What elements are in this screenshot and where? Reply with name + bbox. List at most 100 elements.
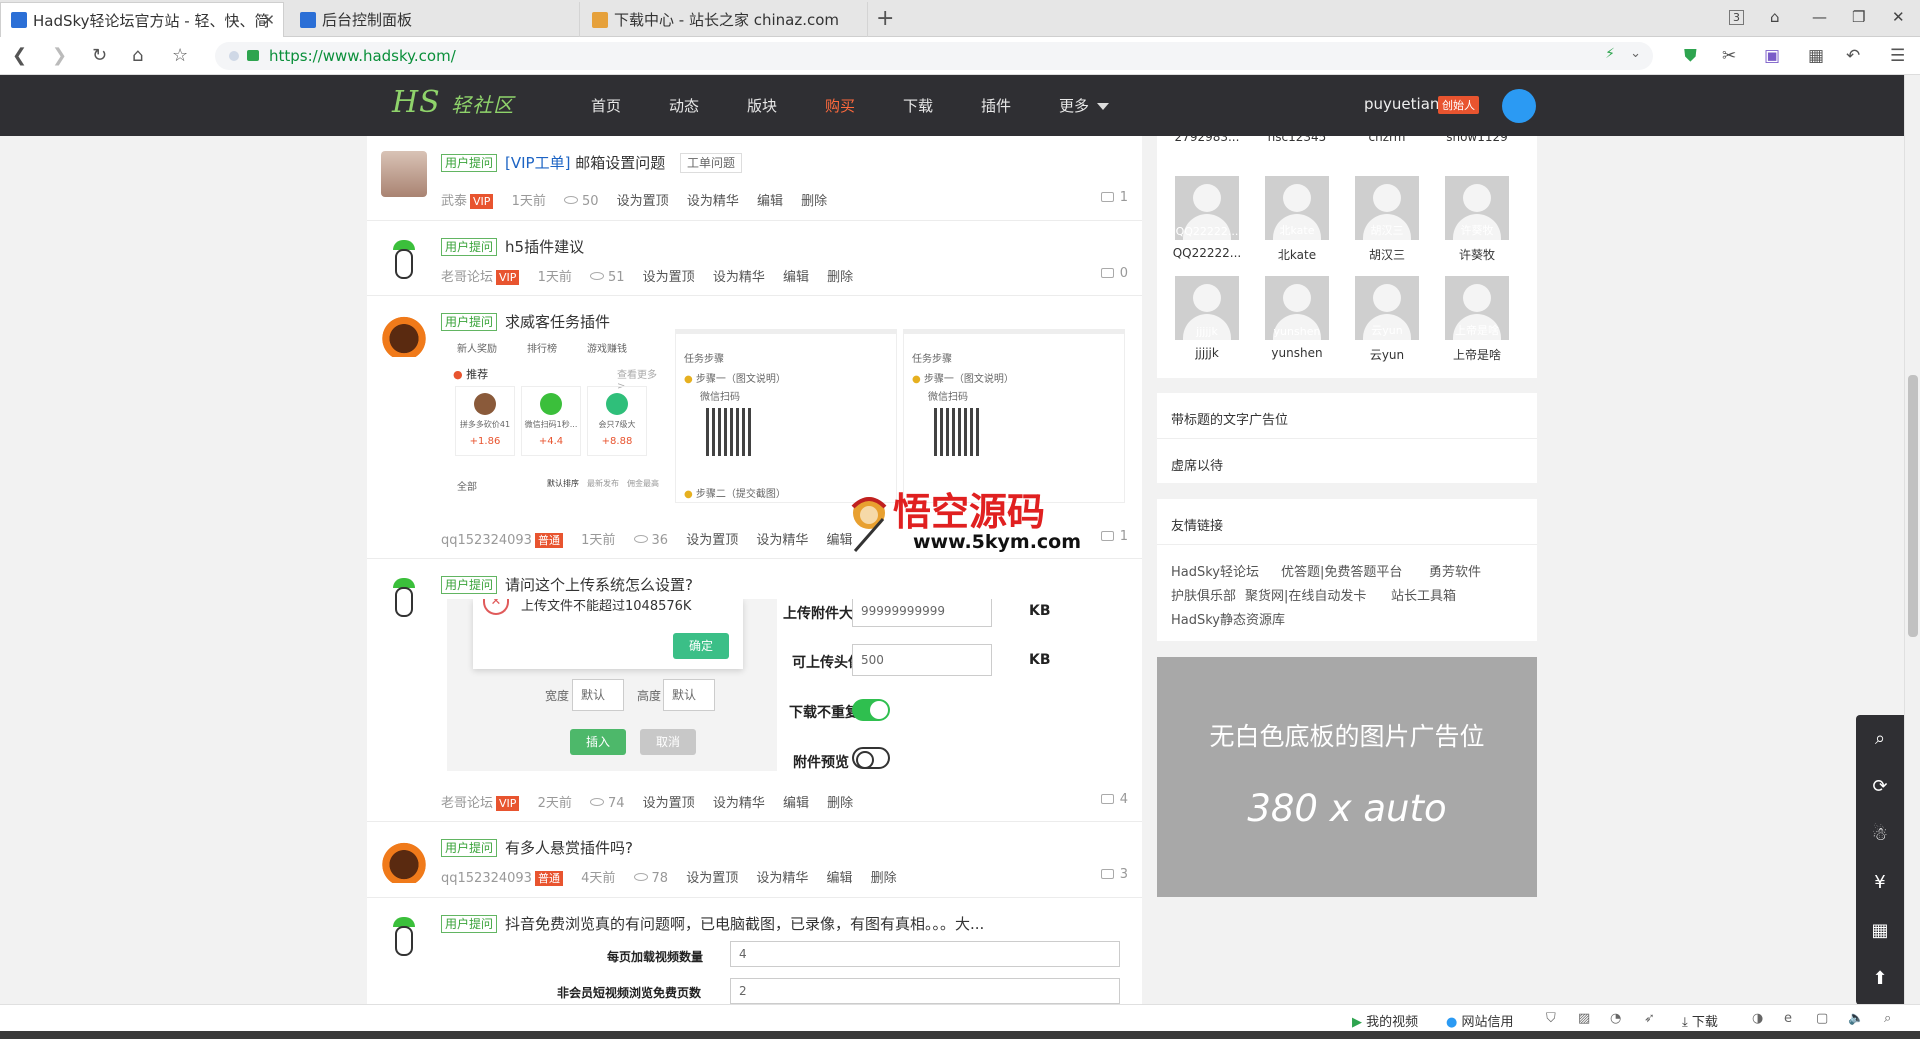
user-name[interactable]: yunshen (1257, 346, 1337, 360)
url-box[interactable]: https://www.hadsky.com/ ⚡ ⌄ (215, 42, 1653, 70)
author-name[interactable]: 老哥论坛 (441, 270, 493, 285)
thread-title[interactable]: 用户提问 求威客任务插件 (441, 311, 610, 332)
title-prefix[interactable]: [VIP工单] (505, 154, 570, 172)
shield-icon[interactable]: ⛉ (1546, 1011, 1556, 1026)
reload-icon[interactable]: ↻ (92, 45, 107, 66)
top-icon[interactable]: ⬆ (1856, 955, 1904, 1003)
edit-button[interactable]: 编辑 (783, 796, 809, 811)
default-avatar-icon[interactable]: jjjjjk (1175, 276, 1239, 340)
title-text[interactable]: h5插件建议 (505, 238, 584, 256)
user-name[interactable]: jjjjjk (1167, 346, 1247, 360)
site-logo[interactable]: HS 轻社区 (392, 85, 514, 120)
tab-chinaz-download[interactable]: 下载中心 - 站长之家 chinaz.com (582, 2, 868, 37)
author-name[interactable]: qq152324093 (441, 871, 532, 886)
nav-home[interactable]: 首页 (591, 95, 621, 116)
yen-icon[interactable]: ¥ (1856, 859, 1904, 907)
title-text[interactable]: 邮箱设置问题 (575, 154, 665, 172)
thread-tag[interactable]: 用户提问 (441, 238, 498, 256)
author-avatar[interactable] (381, 236, 427, 282)
delete-button[interactable]: 删除 (801, 194, 827, 209)
user-name[interactable]: 云yun (1347, 346, 1427, 363)
pin-button[interactable]: 设为置顶 (686, 533, 738, 548)
tab-count-badge[interactable]: 3 (1729, 10, 1744, 25)
nav-plugins[interactable]: 插件 (981, 95, 1011, 116)
friend-link[interactable]: 优答题|免费答题平台 (1281, 561, 1402, 580)
window-icon[interactable]: ▢ (1816, 1011, 1828, 1026)
qq-icon[interactable]: ☃ (1856, 811, 1904, 859)
thread-title[interactable]: 用户提问 有多人悬赏插件吗? (441, 837, 633, 858)
author-name[interactable]: 武泰 (441, 194, 467, 209)
forward-icon[interactable]: ❯ (52, 45, 67, 66)
rocket-icon[interactable]: ➶ (1644, 1011, 1655, 1026)
feature-button[interactable]: 设为精华 (713, 270, 765, 285)
ie-icon[interactable]: e (1784, 1011, 1792, 1026)
thread-title[interactable]: 用户提问 [VIP工单] 邮箱设置问题 工单问题 (441, 152, 743, 173)
user-cell[interactable]: snow1129 (1437, 136, 1517, 144)
back-icon[interactable]: ❮ (12, 45, 27, 66)
thread-image[interactable]: 新人奖励 排行榜 游戏赚钱 ● 推荐 查看更多 > 拼多多砍价41 +1.86 … (447, 336, 667, 506)
default-avatar-icon[interactable]: 上帝是啥 (1445, 276, 1509, 340)
user-cell[interactable]: 胡汉三 胡汉三 (1347, 176, 1427, 263)
thread-tag[interactable]: 用户提问 (441, 915, 498, 933)
eye-care-icon[interactable]: ◑ (1752, 1011, 1763, 1026)
text-ad-body[interactable]: 虚席以待 (1171, 455, 1223, 474)
title-text[interactable]: 求威客任务插件 (505, 313, 610, 331)
qrcode-icon[interactable]: ▦ (1856, 907, 1904, 955)
preview-toggle[interactable] (852, 747, 890, 769)
delete-button[interactable]: 删除 (827, 796, 853, 811)
author-avatar[interactable] (381, 913, 427, 959)
title-text[interactable]: 请问这个上传系统怎么设置? (505, 576, 693, 594)
delete-button[interactable]: 删除 (871, 871, 897, 886)
download-link[interactable]: ⤓ 下载 (1682, 1011, 1718, 1030)
thread-title[interactable]: 用户提问 抖音免费浏览真的有问题啊，已电脑截图，已录像，有图有真相。。。大... (441, 913, 984, 934)
image-ad[interactable]: 无白色底板的图片广告位 380 x auto (1157, 657, 1537, 897)
friend-link[interactable]: 聚货网|在线自动发卡 (1245, 585, 1366, 604)
friend-link[interactable]: HadSky轻论坛 (1171, 561, 1259, 580)
title-text[interactable]: 有多人悬赏插件吗? (505, 839, 633, 857)
feature-button[interactable]: 设为精华 (756, 871, 808, 886)
author-name[interactable]: 老哥论坛 (441, 796, 493, 811)
user-cell[interactable]: jjjjjk jjjjjk (1167, 276, 1247, 360)
lightning-icon[interactable]: ⚡ (1605, 46, 1615, 62)
upload-size-input[interactable]: 99999999999 (852, 599, 992, 627)
user-cell[interactable]: cnzrm (1347, 136, 1427, 144)
friend-link[interactable]: 勇芳软件 (1429, 561, 1481, 580)
nav-boards[interactable]: 版块 (747, 95, 777, 116)
default-avatar-icon[interactable]: 云yun (1355, 276, 1419, 340)
volume-icon[interactable]: 🔈 (1848, 1011, 1864, 1026)
apps-grid-icon[interactable]: ▦ (1808, 46, 1824, 66)
user-cell[interactable]: 云yun 云yun (1347, 276, 1427, 363)
default-avatar-icon[interactable]: yunshen (1265, 276, 1329, 340)
no-repeat-toggle[interactable] (852, 699, 890, 721)
feature-button[interactable]: 设为精华 (756, 533, 808, 548)
default-avatar-icon[interactable]: 许葵牧 (1445, 176, 1509, 240)
restore-icon[interactable]: ❐ (1852, 8, 1865, 26)
speed-icon[interactable]: ◔ (1610, 1011, 1621, 1026)
shirt-icon[interactable]: ⌂ (1770, 8, 1780, 26)
image-icon[interactable]: ▨ (1578, 1011, 1590, 1026)
pin-button[interactable]: 设为置顶 (617, 194, 669, 209)
default-avatar-icon[interactable]: 胡汉三 (1355, 176, 1419, 240)
refresh-icon[interactable]: ⟳ (1856, 763, 1904, 811)
new-tab-button[interactable]: + (876, 6, 894, 31)
nav-more[interactable]: 更多 (1059, 95, 1110, 116)
bookmark-star-icon[interactable]: ☆ (172, 45, 188, 66)
author-avatar[interactable] (381, 151, 427, 197)
user-cell[interactable]: 北kate 北kate (1257, 176, 1337, 263)
default-avatar-icon[interactable]: QQ22222... (1175, 176, 1239, 240)
url-text[interactable]: https://www.hadsky.com/ (269, 47, 456, 65)
user-name[interactable]: cnzrm (1347, 136, 1427, 144)
delete-button[interactable]: 删除 (827, 270, 853, 285)
tab-hadsky[interactable]: HadSky轻论坛官方站 - 轻、快、简 ✕ (0, 2, 284, 37)
chevron-down-icon[interactable]: ⌄ (1630, 46, 1641, 61)
search-icon[interactable]: ⌕ (1856, 715, 1904, 763)
username[interactable]: puyuetian (1364, 95, 1439, 113)
menu-icon[interactable]: ☰ (1890, 46, 1905, 66)
friend-link[interactable]: 护肤俱乐部 (1171, 585, 1236, 604)
edit-button[interactable]: 编辑 (827, 871, 853, 886)
my-video-link[interactable]: ▶ 我的视频 (1352, 1011, 1418, 1030)
user-name[interactable]: 上帝是啥 (1437, 346, 1517, 363)
nav-download[interactable]: 下载 (903, 95, 933, 116)
thread-tag[interactable]: 用户提问 (441, 839, 498, 857)
pin-button[interactable]: 设为置顶 (686, 871, 738, 886)
